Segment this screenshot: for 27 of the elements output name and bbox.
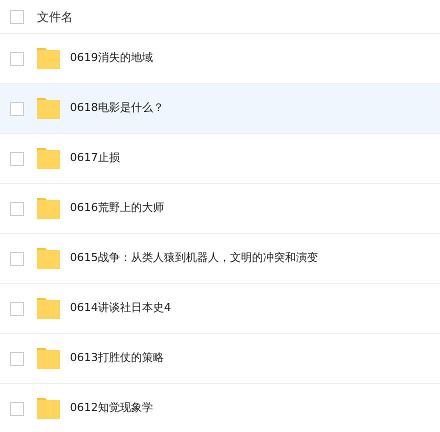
checkbox[interactable] — [10, 52, 24, 66]
file-name: 0617止损 — [70, 150, 120, 166]
folder-icon — [37, 98, 60, 119]
folder-icon — [37, 348, 60, 369]
file-name: 0615战争：从类人猿到机器人，文明的冲突和演变 — [70, 250, 318, 266]
folder-icon — [37, 198, 60, 219]
column-header: 文件名 — [37, 8, 73, 26]
file-row[interactable]: 0618电影是什么？ — [0, 84, 440, 134]
file-name: 0616荒野上的大师 — [70, 200, 164, 216]
folder-icon — [37, 148, 60, 169]
folder-icon — [37, 248, 60, 269]
checkbox[interactable] — [10, 202, 24, 216]
checkbox[interactable] — [10, 152, 24, 166]
file-name: 0613打胜仗的策略 — [70, 350, 164, 366]
file-name: 0614讲谈社日本史4 — [70, 300, 171, 316]
file-name: 0618电影是什么？ — [70, 100, 164, 116]
checkbox[interactable] — [10, 352, 24, 366]
file-name: 0612知觉现象学 — [70, 400, 153, 416]
checkbox[interactable] — [10, 102, 24, 116]
checkbox[interactable] — [10, 10, 24, 24]
folder-icon — [37, 48, 60, 69]
checkbox[interactable] — [10, 302, 24, 316]
file-name: 0619消失的地域 — [70, 50, 153, 66]
folder-icon — [37, 298, 60, 319]
folder-icon — [37, 398, 60, 419]
checkbox[interactable] — [10, 252, 24, 266]
checkbox[interactable] — [10, 402, 24, 416]
